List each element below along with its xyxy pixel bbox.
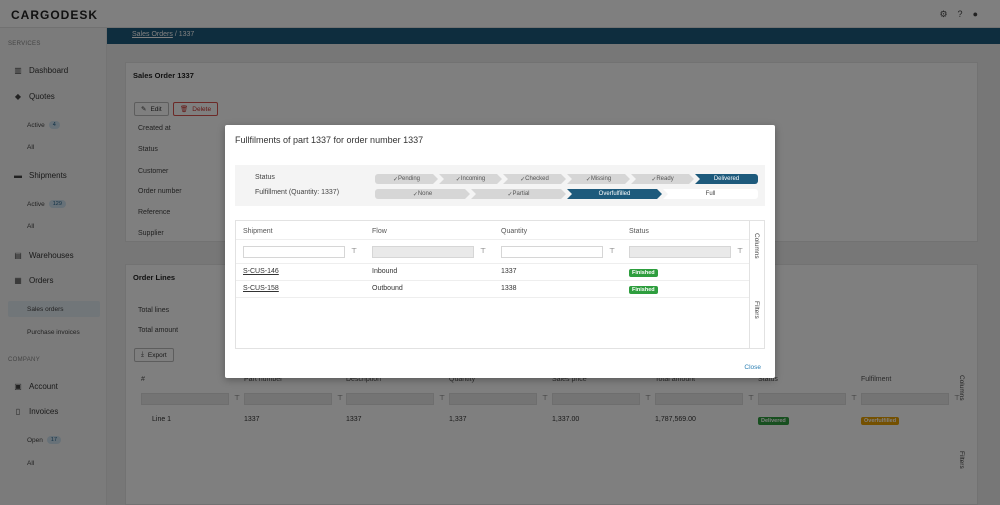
step-none: ✓ None bbox=[375, 189, 470, 199]
quantity-cell: 1337 bbox=[501, 268, 517, 275]
modal-title: Fullfilments of part 1337 for order numb… bbox=[235, 135, 424, 145]
divider bbox=[236, 263, 749, 264]
step-ready: ✓ Ready bbox=[631, 174, 694, 184]
quantity-cell: 1338 bbox=[501, 285, 517, 292]
filter-icon[interactable]: ⊤ bbox=[480, 247, 486, 255]
step-pending: ✓ Pending bbox=[375, 174, 438, 184]
step-checked: ✓ Checked bbox=[503, 174, 566, 184]
fulfilments-modal: Fullfilments of part 1337 for order numb… bbox=[225, 125, 775, 378]
divider bbox=[236, 297, 749, 298]
status-filter-input[interactable] bbox=[629, 246, 731, 258]
status-label: Status bbox=[255, 174, 275, 181]
column-header-status[interactable]: Status bbox=[629, 228, 649, 235]
flow-cell: Outbound bbox=[372, 285, 403, 292]
status-steps: ✓ Pending ✓ Incoming ✓ Checked ✓ Missing… bbox=[375, 174, 759, 184]
step-missing: ✓ Missing bbox=[567, 174, 630, 184]
progress-panel: Status ✓ Pending ✓ Incoming ✓ Checked ✓ … bbox=[235, 165, 765, 206]
close-button[interactable]: Close bbox=[744, 364, 761, 371]
column-header-quantity[interactable]: Quantity bbox=[501, 228, 527, 235]
flow-filter-input[interactable] bbox=[372, 246, 474, 258]
shipment-link[interactable]: S-CUS-158 bbox=[243, 285, 279, 292]
filter-icon[interactable]: ⊤ bbox=[737, 247, 743, 255]
flow-cell: Inbound bbox=[372, 268, 398, 275]
quantity-filter-input[interactable] bbox=[501, 246, 603, 258]
fulfillment-label: Fulfillment (Quantity: 1337) bbox=[255, 189, 340, 196]
step-full: Full bbox=[663, 189, 758, 199]
fulfillment-steps: ✓ None ✓ Partial Overfulfilled Full bbox=[375, 189, 759, 199]
step-overfulfilled: Overfulfilled bbox=[567, 189, 662, 199]
divider bbox=[236, 239, 749, 240]
filter-icon[interactable]: ⊤ bbox=[351, 247, 357, 255]
shipment-filter-input[interactable] bbox=[243, 246, 345, 258]
column-header-flow[interactable]: Flow bbox=[372, 228, 387, 235]
shipment-link[interactable]: S-CUS-146 bbox=[243, 268, 279, 275]
step-delivered: Delivered bbox=[695, 174, 758, 184]
divider bbox=[236, 280, 749, 281]
filter-icon[interactable]: ⊤ bbox=[609, 247, 615, 255]
columns-tab[interactable]: Columns bbox=[753, 233, 760, 259]
filters-tab[interactable]: Filters bbox=[753, 301, 760, 319]
step-incoming: ✓ Incoming bbox=[439, 174, 502, 184]
side-panel-divider bbox=[749, 221, 750, 348]
status-badge: Finished bbox=[629, 269, 658, 277]
status-badge: Finished bbox=[629, 286, 658, 294]
step-partial: ✓ Partial bbox=[471, 189, 566, 199]
column-header-shipment[interactable]: Shipment bbox=[243, 228, 273, 235]
fulfilments-grid: Shipment Flow Quantity Status ⊤ ⊤ ⊤ ⊤ S-… bbox=[235, 220, 765, 349]
